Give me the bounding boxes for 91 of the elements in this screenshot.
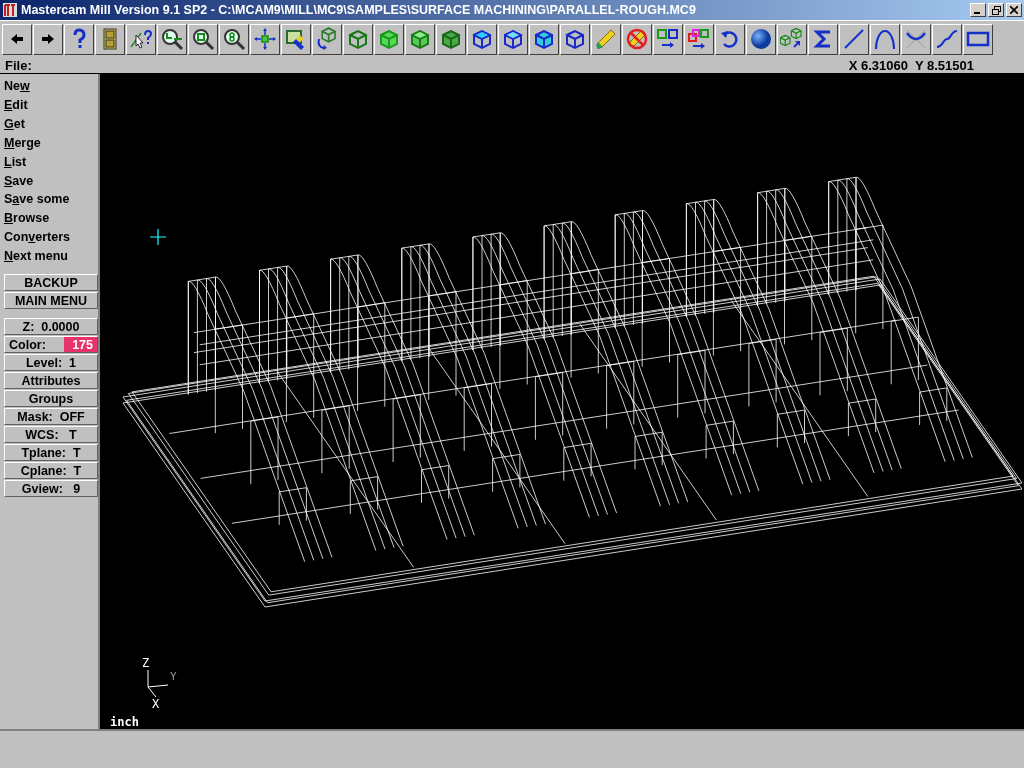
close-icon [1010,6,1018,14]
toolbar-button[interactable] [405,23,435,55]
window-title: Mastercam Mill Version 9.1 SP2 - C:\MCAM9\MILL\MC9\SAMPLES\SURFACE MACHINING\PARALLEL-ROUGH.MC9 [21,3,697,17]
crosshair-cursor-icon [150,229,166,245]
toolbar-button[interactable] [436,23,466,55]
menu-item[interactable]: Edit [4,95,98,115]
cube-icon [470,27,494,51]
toolbar-button[interactable] [64,23,94,55]
sphere-icon [749,27,773,51]
axis-triad-drawing: Z Y X [130,657,190,713]
toolbar-button[interactable] [126,23,156,55]
toolbar-button[interactable] [901,23,931,55]
toolbar-button[interactable] [808,23,838,55]
fillet-icon [904,27,928,51]
toolbar-button[interactable] [2,23,32,55]
rotate-cube-icon [315,27,339,51]
cube-icon [501,27,525,51]
menu-item[interactable]: New [4,77,98,96]
menu-item[interactable]: Save [4,171,98,191]
toolbar-button[interactable] [622,23,652,55]
setting-button[interactable]: Level: 1 [4,354,98,372]
pointer-question-icon [129,27,153,51]
toolbar-button[interactable] [839,23,869,55]
no-pencil-icon [625,27,649,51]
copy-squares-icon [656,27,680,51]
toolbar-button[interactable] [746,23,776,55]
toolbar-button[interactable] [250,23,280,55]
toolbar-button[interactable] [870,23,900,55]
restore-button[interactable] [988,3,1004,17]
toolbar-button[interactable] [963,23,993,55]
menu-item[interactable]: List [4,152,98,172]
toolbar-button[interactable] [684,23,714,55]
prompt-label: File: [5,57,32,73]
cube-icon [408,27,432,51]
toolbar-button[interactable] [653,23,683,55]
cube-icon [532,27,556,51]
toolbar-button[interactable] [715,23,745,55]
toolbar-button[interactable] [219,23,249,55]
setting-button[interactable]: Z: 0.0000 [4,318,98,336]
setting-button[interactable]: WCS: T [4,426,98,444]
setting-button[interactable]: Tplane: T [4,444,98,462]
setting-button[interactable]: Mask: OFF [4,408,98,426]
toolbar-button[interactable] [932,23,962,55]
menu-item[interactable]: Next menu [4,247,98,267]
cursor-coordinates: X 6.31060 Y 8.51501 [848,57,974,73]
toolbar-button[interactable] [467,23,497,55]
zoom-window-icon [160,27,184,51]
close-button[interactable] [1006,3,1022,17]
toolbar-button[interactable] [281,23,311,55]
menu-item[interactable]: Merge [4,133,98,153]
arc-icon [873,27,897,51]
cube-icon [563,27,587,51]
cube-icon [377,27,401,51]
toolbar-button[interactable] [95,23,125,55]
translate-squares-icon [687,27,711,51]
toolbar-button[interactable] [343,23,373,55]
setting-button[interactable]: Groups [4,390,98,408]
cube-icon [439,27,463,51]
toolbar-button[interactable] [560,23,590,55]
pencil-icon [594,27,618,51]
color-setting-button[interactable]: Color: 175 [4,336,98,354]
spline-icon [935,27,959,51]
minimize-button[interactable] [970,3,986,17]
menu-button[interactable]: MAIN MENU [4,292,98,310]
menu-item[interactable]: Save some [4,190,98,210]
zoom-icon [191,27,215,51]
graphics-viewport[interactable]: Z Y X inch [100,74,1024,729]
toolbar-button[interactable] [374,23,404,55]
cube-icon [346,27,370,51]
menu-item[interactable]: Get [4,114,98,134]
menu-item[interactable]: Browse [4,209,98,229]
color-swatch: 175 [64,337,97,353]
units-label: inch [110,715,139,729]
toolbar-button[interactable] [777,23,807,55]
toolbar-button[interactable] [312,23,342,55]
restore-icon [991,5,1001,15]
line-icon [842,27,866,51]
menu-item[interactable]: Converters [4,228,98,248]
toolbar-button[interactable] [498,23,528,55]
toolbar-button[interactable] [591,23,621,55]
toolbar-button[interactable] [529,23,559,55]
setting-button[interactable]: Attributes [4,372,98,390]
toolbar-button[interactable] [188,23,218,55]
app-logo-icon [2,2,18,18]
setting-button[interactable]: Cplane: T [4,462,98,480]
menu-button[interactable]: BACKUP [4,274,98,292]
pan-arrows-icon [253,27,277,51]
setting-button[interactable]: Gview: 9 [4,480,98,498]
zoom-fit-icon [222,27,246,51]
toolbar-button[interactable] [157,23,187,55]
toolbar-button[interactable] [33,23,63,55]
